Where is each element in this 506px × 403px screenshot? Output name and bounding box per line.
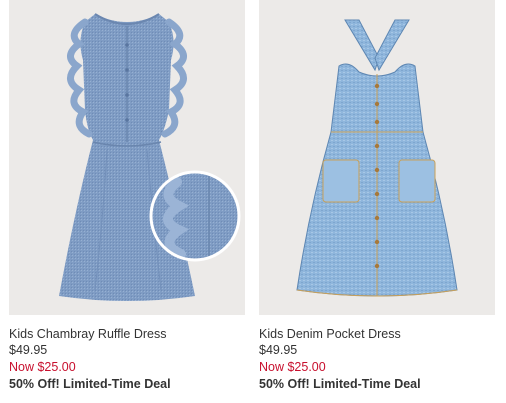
product-image-denim-pocket-dress[interactable]	[259, 0, 495, 315]
promo-badge: 50% Off! Limited-Time Deal	[9, 377, 171, 391]
original-price: $49.95	[259, 343, 298, 357]
original-price: $49.95	[9, 343, 48, 357]
product-card-denim-pocket-dress[interactable]: Kids Denim Pocket Dress $49.95 Now $25.0…	[259, 0, 495, 393]
product-image-chambray-ruffle-dress[interactable]	[9, 0, 245, 315]
product-name[interactable]: Kids Denim Pocket Dress	[259, 326, 495, 342]
product-card-chambray-ruffle-dress[interactable]: Kids Chambray Ruffle Dress $49.95 Now $2…	[9, 0, 245, 393]
product-name[interactable]: Kids Chambray Ruffle Dress	[9, 326, 245, 342]
promo-badge: 50% Off! Limited-Time Deal	[259, 377, 421, 391]
sale-price: Now $25.00	[9, 360, 76, 374]
sale-price: Now $25.00	[259, 360, 326, 374]
